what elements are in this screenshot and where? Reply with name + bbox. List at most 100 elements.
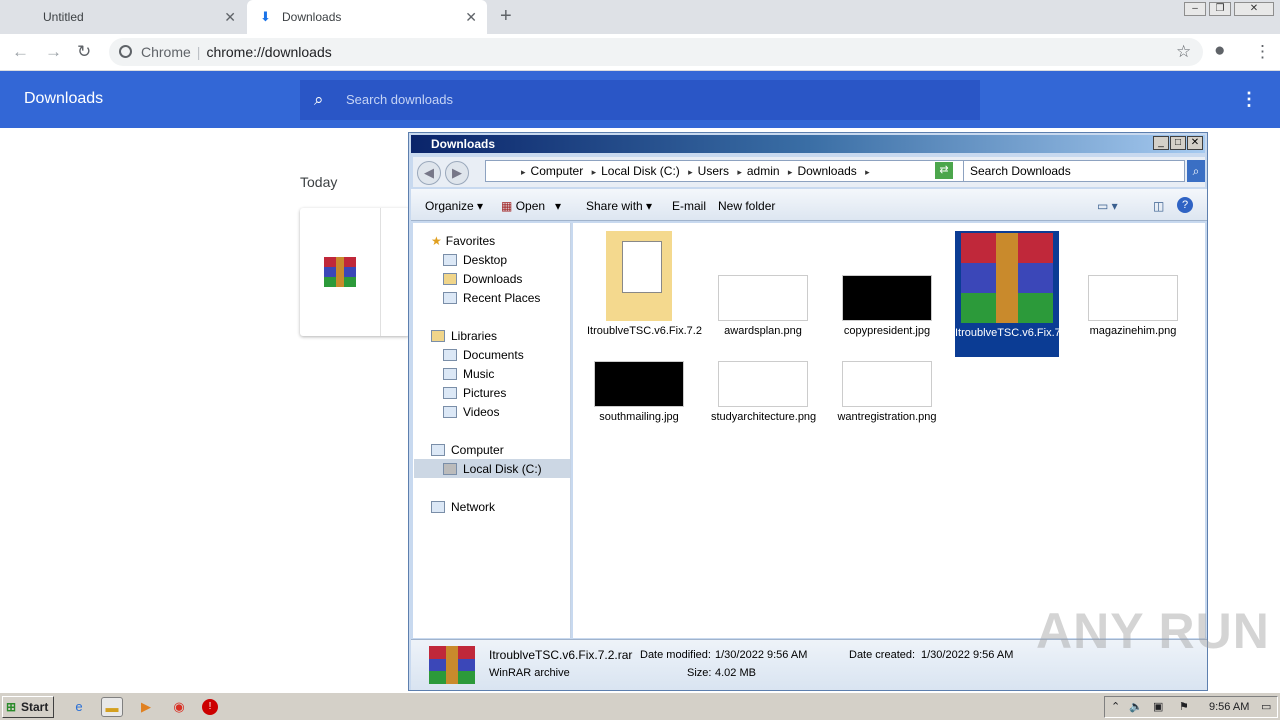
site-label: Chrome — [141, 44, 191, 60]
maximize-icon[interactable]: □ — [1170, 136, 1186, 150]
file-name: ItroublveTSC.v6.Fix.7.2.rar — [955, 327, 1087, 339]
file-item[interactable]: awardsplan.png — [711, 231, 815, 338]
nav-pictures[interactable]: Pictures — [443, 385, 506, 401]
chrome-taskbar-icon[interactable]: ◉ — [168, 697, 190, 717]
file-item[interactable]: ItroublveTSC.v6.Fix.7.2 — [587, 231, 702, 338]
desktop-icon — [443, 254, 457, 266]
menu-icon[interactable]: ⋮ — [1254, 42, 1271, 62]
url-text: chrome://downloads — [206, 44, 332, 60]
file-item[interactable]: magazinehim.png — [1081, 231, 1185, 338]
nav-videos[interactable]: Videos — [443, 404, 499, 420]
alert-icon[interactable]: ! — [202, 699, 218, 715]
nav-computer[interactable]: Computer — [431, 442, 504, 458]
browser-toolbar: ← → ↻ Chrome | chrome://downloads ☆ ● ⋮ — [0, 34, 1280, 71]
file-name: magazinehim.png — [1089, 325, 1177, 337]
file-item[interactable]: studyarchitecture.png — [711, 361, 817, 424]
date-heading: Today — [300, 174, 338, 190]
network-tray-icon[interactable]: ▣ — [1153, 697, 1163, 717]
show-desktop-icon[interactable]: ▭ — [1261, 697, 1271, 717]
help-icon[interactable]: ? — [1177, 197, 1193, 213]
view-icon[interactable]: ▭ ▾ — [1097, 199, 1118, 213]
explorer-taskbar-icon[interactable]: ▬ — [101, 697, 123, 717]
refresh-icon[interactable]: ⇄ — [935, 162, 953, 179]
search-downloads-input[interactable]: ⌕ Search downloads — [300, 80, 980, 120]
details-filename: ItroublveTSC.v6.Fix.7.2.rar — [489, 648, 633, 662]
address-row: ◀ ▶ ▸ Computer ▸ Local Disk (C:) ▸ Users ▸ a… — [413, 157, 1205, 187]
videos-icon — [443, 406, 457, 418]
share-with-button[interactable]: Share with ▾ — [586, 199, 652, 213]
documents-icon — [443, 349, 457, 361]
address-bar[interactable]: Chrome | chrome://downloads — [109, 38, 1203, 66]
download-icon: ⬇ — [260, 9, 271, 24]
page-title: Downloads — [24, 90, 104, 107]
show-hidden-icon[interactable]: ⌃ — [1111, 697, 1120, 717]
media-player-icon[interactable]: ▶ — [135, 697, 157, 717]
file-item[interactable]: copypresident.jpg — [835, 231, 939, 338]
nav-documents[interactable]: Documents — [443, 347, 524, 363]
file-name: copypresident.jpg — [843, 325, 931, 337]
preview-pane-icon[interactable]: ◫ — [1153, 199, 1164, 213]
bookmark-star-icon[interactable]: ☆ — [1176, 42, 1191, 62]
chrome-icon — [119, 45, 132, 58]
nav-downloads[interactable]: Downloads — [443, 271, 522, 287]
download-item-card[interactable] — [300, 208, 410, 336]
start-button[interactable]: ⊞ Start — [2, 696, 54, 718]
more-actions-icon[interactable]: ⋮ — [1240, 89, 1258, 110]
nav-desktop[interactable]: Desktop — [443, 252, 507, 268]
forward-icon[interactable]: ▶ — [445, 161, 469, 185]
winrar-icon — [961, 233, 1053, 323]
nav-favorites[interactable]: ★ Favorites — [431, 233, 495, 249]
maximize-icon[interactable]: ❐ — [1209, 2, 1231, 16]
search-input[interactable]: Search Downloads — [963, 160, 1185, 182]
search-icon[interactable]: ⌕ — [1187, 160, 1205, 182]
file-item[interactable]: southmailing.jpg — [587, 361, 691, 424]
file-name: ItroublveTSC.v6.Fix.7.2 — [587, 325, 702, 337]
nav-recent-places[interactable]: Recent Places — [443, 290, 540, 306]
star-icon: ★ — [431, 234, 442, 248]
nav-local-disk[interactable]: Local Disk (C:) — [443, 461, 542, 477]
command-bar: Organize ▾ ▦ Open ▾ Share with ▾ E-mail … — [411, 189, 1207, 221]
minimize-icon[interactable]: _ — [1153, 136, 1169, 150]
recent-places-icon — [443, 292, 457, 304]
nav-music[interactable]: Music — [443, 366, 494, 382]
email-button[interactable]: E-mail — [672, 199, 706, 213]
file-item[interactable]: wantregistration.png — [835, 361, 939, 424]
forward-icon[interactable]: → — [45, 42, 62, 62]
close-icon[interactable]: ✕ — [1187, 136, 1203, 150]
volume-icon[interactable]: 🔈 — [1129, 697, 1143, 717]
ie-icon[interactable]: e — [68, 697, 90, 717]
back-icon[interactable]: ◀ — [417, 161, 441, 185]
close-tab-icon[interactable]: ✕ — [465, 9, 477, 26]
organize-button[interactable]: Organize ▾ — [425, 199, 483, 213]
crumb-downloads[interactable]: Downloads — [797, 164, 856, 178]
created-value: 1/30/2022 9:56 AM — [921, 649, 1014, 661]
clock[interactable]: 9:56 AM — [1209, 697, 1249, 717]
minimize-icon[interactable]: – — [1184, 2, 1206, 16]
nav-network[interactable]: Network — [431, 499, 495, 515]
tab-untitled[interactable]: Untitled ✕ — [0, 0, 246, 34]
reload-icon[interactable]: ↻ — [77, 42, 91, 62]
crumb-admin[interactable]: admin — [747, 164, 780, 178]
open-button[interactable]: ▦ Open ▾ — [501, 199, 561, 213]
image-thumbnail — [594, 361, 684, 407]
crumb-users[interactable]: Users — [698, 164, 729, 178]
new-tab-icon[interactable]: + — [500, 5, 512, 28]
nav-libraries[interactable]: Libraries — [431, 328, 497, 344]
tab-downloads[interactable]: ⬇ Downloads ✕ — [247, 0, 487, 34]
system-tray: ⌃ 🔈 ▣ ⚑ 9:56 AM ▭ — [1104, 696, 1278, 718]
image-thumbnail — [842, 361, 932, 407]
music-icon — [443, 368, 457, 380]
crumb-computer[interactable]: Computer — [531, 164, 584, 178]
close-window-icon[interactable]: ✕ — [1234, 2, 1274, 16]
close-tab-icon[interactable]: ✕ — [224, 9, 236, 26]
file-item-selected[interactable]: ItroublveTSC.v6.Fix.7.2.rar — [955, 231, 1086, 357]
modified-label: Date modified: — [640, 649, 711, 661]
breadcrumb[interactable]: ▸ Computer ▸ Local Disk (C:) ▸ Users ▸ admin… — [485, 160, 981, 182]
crumb-local-disk[interactable]: Local Disk (C:) — [601, 164, 680, 178]
new-folder-button[interactable]: New folder — [718, 199, 775, 213]
winrar-icon — [324, 257, 356, 287]
profile-icon[interactable]: ● — [1214, 40, 1225, 62]
file-name: studyarchitecture.png — [711, 411, 817, 423]
back-icon[interactable]: ← — [12, 42, 29, 62]
flag-icon[interactable]: ⚑ — [1179, 697, 1189, 717]
